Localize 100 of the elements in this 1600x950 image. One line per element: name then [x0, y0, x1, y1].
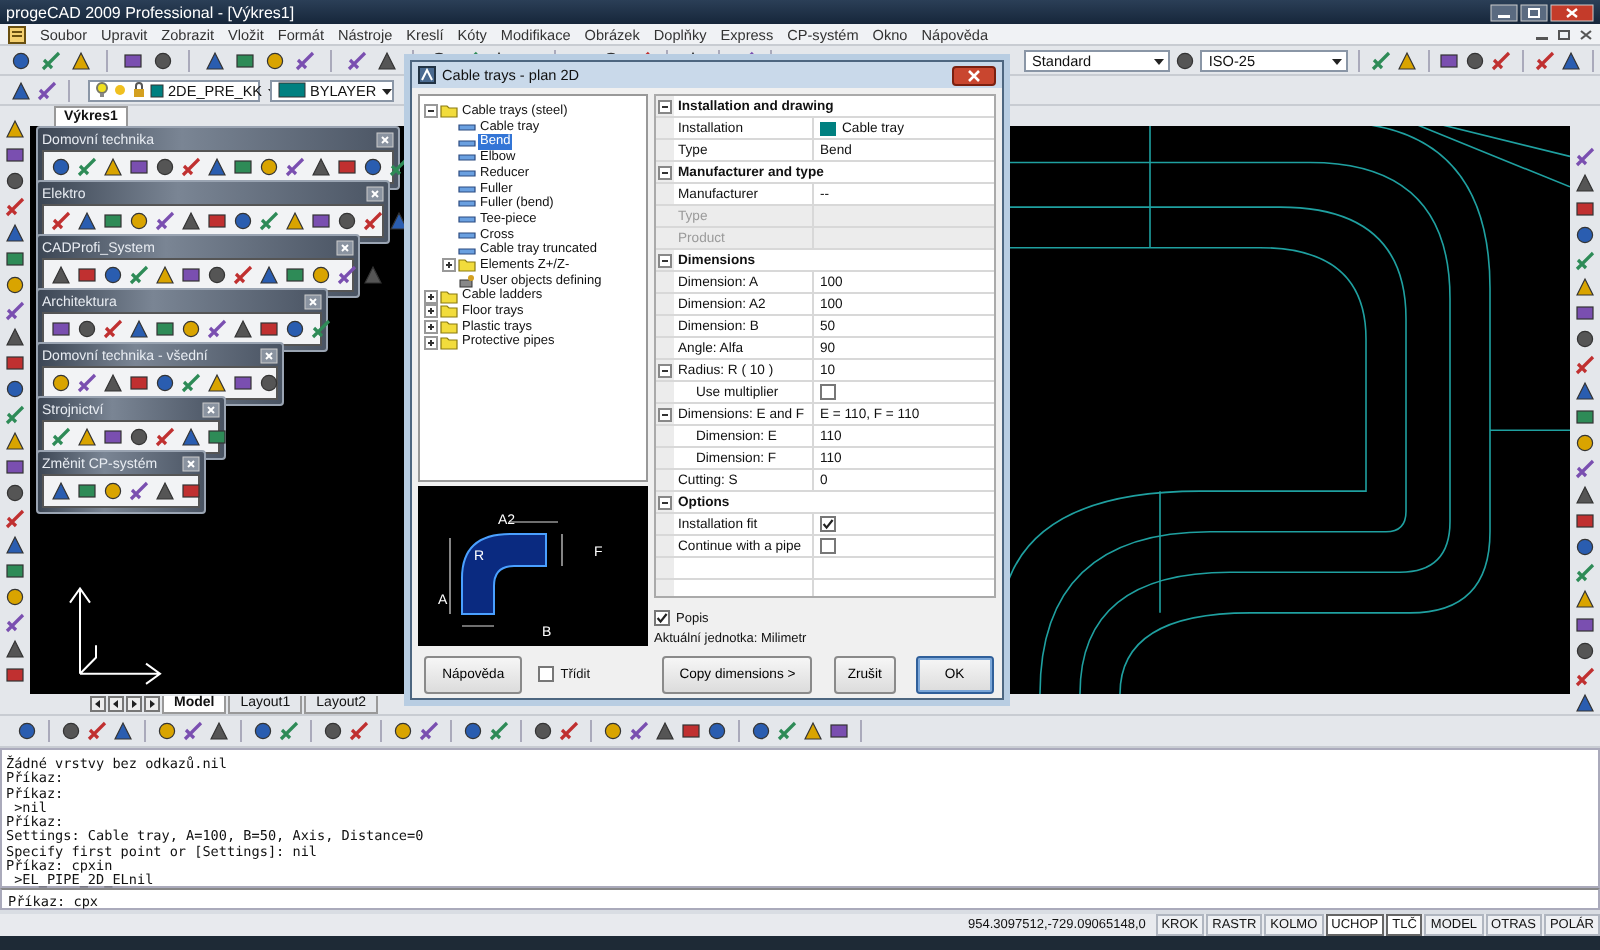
modify-tool-icon[interactable]: [1574, 458, 1596, 480]
draw-tool-icon[interactable]: [4, 534, 26, 556]
toolbar-icon[interactable]: [60, 720, 82, 742]
toolbar-icon[interactable]: [310, 210, 332, 232]
minimize-icon[interactable]: [1490, 3, 1518, 21]
draw-tool-icon[interactable]: [4, 586, 26, 608]
tab-scroll-icon[interactable]: [144, 696, 160, 712]
toolbar-icon[interactable]: [336, 156, 358, 178]
toolbar-icon[interactable]: [180, 264, 202, 286]
toolbar-icon[interactable]: [802, 720, 824, 742]
toolbar-icon[interactable]: [122, 49, 144, 71]
toolbar-icon[interactable]: [1438, 49, 1461, 71]
draw-tool-icon[interactable]: [4, 118, 26, 140]
modify-tool-icon[interactable]: [1574, 354, 1596, 376]
draw-tool-icon[interactable]: [4, 326, 26, 348]
modify-tool-icon[interactable]: [1574, 484, 1596, 506]
expand-toggle[interactable]: [658, 99, 672, 113]
toolbar-icon[interactable]: [102, 264, 124, 286]
toolbar-icon[interactable]: [392, 720, 414, 742]
modify-tool-icon[interactable]: [1574, 302, 1596, 324]
toolbar-icon[interactable]: [284, 264, 306, 286]
restore-icon[interactable]: [1556, 27, 1572, 41]
toolbar-icon[interactable]: [50, 318, 72, 340]
expand-toggle[interactable]: [658, 253, 672, 267]
toolbar-icon[interactable]: [258, 156, 280, 178]
toolbar-icon[interactable]: [206, 210, 228, 232]
toolbar-icon[interactable]: [602, 720, 624, 742]
toolbar-icon[interactable]: [180, 480, 202, 502]
toolbar-icon[interactable]: [206, 264, 228, 286]
draw-tool-icon[interactable]: [4, 352, 26, 374]
toolbar-icon[interactable]: [750, 720, 772, 742]
toolbar-icon[interactable]: [362, 210, 384, 232]
draw-tool-icon[interactable]: [4, 638, 26, 660]
toolbar-icon[interactable]: [234, 49, 256, 71]
draw-tool-icon[interactable]: [4, 430, 26, 452]
toolbar-icon[interactable]: [154, 156, 176, 178]
draw-tool-icon[interactable]: [4, 300, 26, 322]
toolbar-icon[interactable]: [50, 372, 72, 394]
checkbox[interactable]: [820, 538, 836, 554]
expand-toggle[interactable]: [658, 165, 672, 179]
toolbar-icon[interactable]: [232, 156, 254, 178]
toolbar-icon[interactable]: [336, 210, 358, 232]
toolbar-icon[interactable]: [252, 720, 274, 742]
toolbar-icon[interactable]: [76, 264, 98, 286]
toolbar-icon[interactable]: [828, 720, 850, 742]
toolbar-icon[interactable]: [50, 480, 72, 502]
toolbar-icon[interactable]: [388, 210, 410, 232]
modify-tool-icon[interactable]: [1574, 432, 1596, 454]
toolbar-icon[interactable]: [154, 318, 176, 340]
modify-tool-icon[interactable]: [1574, 536, 1596, 558]
toolbar-icon[interactable]: [128, 156, 150, 178]
toolbar-icon[interactable]: [102, 426, 124, 448]
dimension-style-icon[interactable]: [1174, 49, 1197, 71]
draw-tool-icon[interactable]: [4, 482, 26, 504]
toolbar-icon[interactable]: [232, 372, 254, 394]
modify-tool-icon[interactable]: [1574, 224, 1596, 246]
toolbar-icon[interactable]: [154, 372, 176, 394]
modify-tool-icon[interactable]: [1574, 614, 1596, 636]
toolbar-icon[interactable]: [532, 720, 554, 742]
toolbar-icon[interactable]: [102, 210, 124, 232]
toolbar-icon[interactable]: [102, 480, 124, 502]
toolbar-icon[interactable]: [362, 156, 384, 178]
toolbar-icon[interactable]: [462, 720, 484, 742]
toolbar-icon[interactable]: [264, 49, 286, 71]
modify-tool-icon[interactable]: [1574, 588, 1596, 610]
tab-scroll-icon[interactable]: [90, 696, 106, 712]
toolbar-icon[interactable]: [128, 210, 150, 232]
toolbar-icon[interactable]: [112, 720, 134, 742]
draw-tool-icon[interactable]: [4, 560, 26, 582]
expand-toggle[interactable]: [424, 335, 438, 350]
modify-tool-icon[interactable]: [1574, 640, 1596, 662]
expand-toggle[interactable]: [442, 258, 456, 273]
toolbar-icon[interactable]: [310, 264, 332, 286]
toolbar-icon[interactable]: [154, 480, 176, 502]
toolbar-icon[interactable]: [284, 318, 306, 340]
draw-tool-icon[interactable]: [4, 170, 26, 192]
toolbar-icon[interactable]: [322, 720, 344, 742]
toolbar-icon[interactable]: [388, 156, 410, 178]
expand-toggle[interactable]: [424, 104, 438, 119]
toolbar-icon[interactable]: [156, 720, 178, 742]
toolbar-icon[interactable]: [128, 426, 150, 448]
toolbar-icon[interactable]: [680, 720, 702, 742]
tab-scroll-icon[interactable]: [126, 696, 142, 712]
tab-scroll-icon[interactable]: [108, 696, 124, 712]
draw-tool-icon[interactable]: [4, 456, 26, 478]
expand-toggle[interactable]: [658, 495, 672, 509]
toolbar-icon[interactable]: [50, 156, 72, 178]
checkbox[interactable]: [820, 384, 836, 400]
toolbar-icon[interactable]: [128, 372, 150, 394]
modify-tool-icon[interactable]: [1574, 666, 1596, 688]
toolbar-icon[interactable]: [310, 318, 332, 340]
modify-tool-icon[interactable]: [1574, 198, 1596, 220]
toolbar-icon[interactable]: [10, 49, 32, 71]
draw-tool-icon[interactable]: [4, 508, 26, 530]
draw-tool-icon[interactable]: [4, 144, 26, 166]
expand-toggle[interactable]: [424, 289, 438, 304]
checkbox[interactable]: [538, 666, 555, 682]
draw-tool-icon[interactable]: [4, 612, 26, 634]
toolbar-icon[interactable]: [1464, 49, 1487, 71]
toolbar-icon[interactable]: [16, 720, 38, 742]
